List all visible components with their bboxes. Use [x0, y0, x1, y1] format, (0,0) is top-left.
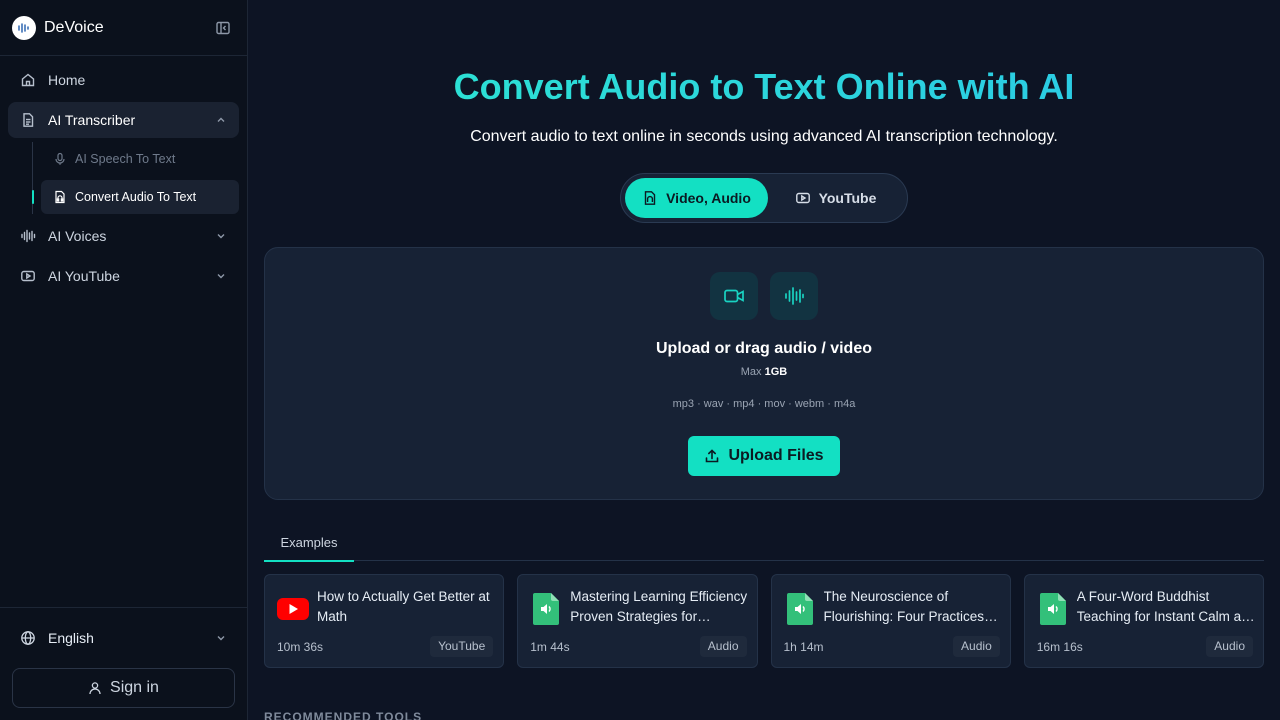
sidebar-item-label: Home	[48, 72, 86, 88]
toggle-video-audio-label: Video, Audio	[666, 190, 751, 206]
sidebar-item-label: AI Transcriber	[48, 112, 136, 128]
language-label: English	[48, 630, 94, 646]
youtube-icon	[795, 192, 810, 204]
sidebar-subitem-label: AI Speech To Text	[75, 152, 176, 166]
example-duration: 10m 36s	[277, 640, 324, 654]
sidebar-nav: Home AI Transcriber AI Speech To Text Co…	[0, 56, 247, 304]
sidebar-item-label: AI YouTube	[48, 268, 120, 284]
home-icon	[21, 73, 35, 87]
upload-formats: mp3 · wav · mp4 · mov · webm · m4a	[672, 398, 856, 410]
example-type-badge: Audio	[953, 636, 1000, 657]
example-thumbnail	[277, 593, 309, 625]
chevron-down-icon	[217, 274, 225, 279]
globe-icon	[21, 631, 35, 645]
chevron-down-icon	[217, 234, 225, 239]
example-type-badge: YouTube	[430, 636, 494, 657]
audio-icon-tile	[770, 272, 818, 320]
youtube-logo-icon	[277, 598, 309, 620]
chevron-down-icon	[217, 636, 225, 641]
sidebar-item-ai-youtube[interactable]: AI YouTube	[8, 258, 239, 294]
example-duration: 16m 16s	[1036, 640, 1083, 654]
example-type-badge: Audio	[699, 636, 747, 657]
youtube-icon	[21, 270, 35, 282]
example-thumbnail	[1037, 593, 1069, 625]
sign-in-button[interactable]: Sign in	[12, 668, 235, 708]
sidebar-item-ai-speech-to-text[interactable]: AI Speech To Text	[41, 142, 239, 176]
example-title: Mastering Learning Efficiency Proven Str…	[570, 589, 748, 624]
sidebar-submenu-transcriber: AI Speech To Text Convert Audio To Text	[32, 142, 239, 214]
example-thumbnail	[530, 593, 562, 625]
brand: DeVoice	[0, 0, 247, 56]
toggle-youtube-label: YouTube	[818, 190, 877, 206]
waveform-logo-icon	[18, 22, 29, 33]
app-logo[interactable]	[12, 15, 36, 40]
main-content: Convert Audio to Text Online with AI Con…	[248, 0, 1280, 720]
upload-icons	[710, 272, 818, 320]
upload-files-label: Upload Files	[728, 447, 824, 464]
example-duration: 1h 14m	[783, 640, 824, 654]
example-card[interactable]: How to Actually Get Better at Math 10m 3…	[264, 574, 505, 668]
video-camera-icon	[724, 289, 744, 303]
sidebar-subitem-label: Convert Audio To Text	[75, 190, 197, 204]
waveform-icon	[21, 229, 36, 243]
sidebar: DeVoice Home AI Transcriber AI Speech To…	[0, 0, 248, 720]
examples-tabs: Examples	[264, 532, 1264, 562]
example-title: A Four-Word Buddhist Teaching for Instan…	[1076, 589, 1257, 624]
app-name: DeVoice	[44, 18, 104, 36]
microphone-icon	[55, 152, 65, 165]
upload-dropzone[interactable]: Upload or drag audio / video Max 1GB mp3…	[264, 247, 1264, 500]
source-toggle: Video, Audio YouTube	[620, 173, 908, 223]
example-thumbnail	[784, 593, 816, 625]
example-title: How to Actually Get Better at Math	[317, 589, 490, 624]
chevron-up-icon	[217, 117, 225, 122]
recommended-tools-heading: RECOMMENDED TOOLS	[264, 710, 423, 720]
page-title: Convert Audio to Text Online with AI	[248, 66, 1280, 108]
audio-file-icon	[55, 190, 65, 204]
upload-title: Upload or drag audio / video	[655, 340, 872, 357]
video-icon-tile	[710, 272, 758, 320]
upload-files-button[interactable]: Upload Files	[688, 436, 840, 476]
example-card[interactable]: Mastering Learning Efficiency Proven Str…	[517, 574, 758, 668]
language-selector[interactable]: English	[12, 620, 235, 656]
example-card[interactable]: The Neuroscience of Flourishing: Four Pr…	[770, 574, 1011, 668]
sidebar-item-home[interactable]: Home	[8, 62, 239, 98]
toggle-video-audio[interactable]: Video, Audio	[625, 178, 768, 218]
sidebar-toggle-icon	[216, 21, 230, 34]
upload-icon	[706, 449, 719, 463]
sidebar-item-label: AI Voices	[48, 228, 107, 244]
example-type-badge: Audio	[1206, 636, 1253, 657]
toggle-youtube[interactable]: YouTube	[768, 178, 903, 218]
sidebar-collapse-button[interactable]	[211, 16, 235, 40]
example-card[interactable]: A Four-Word Buddhist Teaching for Instan…	[1023, 574, 1264, 668]
audio-file-icon	[1039, 593, 1066, 625]
upload-max-size: Max 1GB	[265, 366, 1263, 378]
sign-in-label: Sign in	[110, 679, 159, 696]
upload-max-value: 1GB	[764, 366, 788, 378]
audio-file-icon	[644, 191, 656, 205]
audio-file-icon	[786, 593, 813, 625]
sidebar-footer: English Sign in	[0, 607, 247, 720]
user-icon	[89, 682, 101, 695]
tab-examples[interactable]: Examples	[264, 532, 354, 562]
examples-list: How to Actually Get Better at Math 10m 3…	[264, 574, 1264, 668]
example-duration: 1m 44s	[530, 640, 570, 654]
sidebar-item-ai-voices[interactable]: AI Voices	[8, 218, 239, 254]
sidebar-item-convert-audio-to-text[interactable]: Convert Audio To Text	[32, 180, 239, 214]
audio-file-icon	[533, 593, 560, 625]
page-subtitle: Convert audio to text online in seconds …	[470, 128, 1058, 145]
waveform-icon	[785, 287, 804, 305]
upload-max-label: Max	[740, 366, 762, 378]
document-icon	[23, 113, 34, 127]
sidebar-item-ai-transcriber[interactable]: AI Transcriber	[8, 102, 239, 138]
example-title: The Neuroscience of Flourishing: Four Pr…	[823, 589, 985, 624]
